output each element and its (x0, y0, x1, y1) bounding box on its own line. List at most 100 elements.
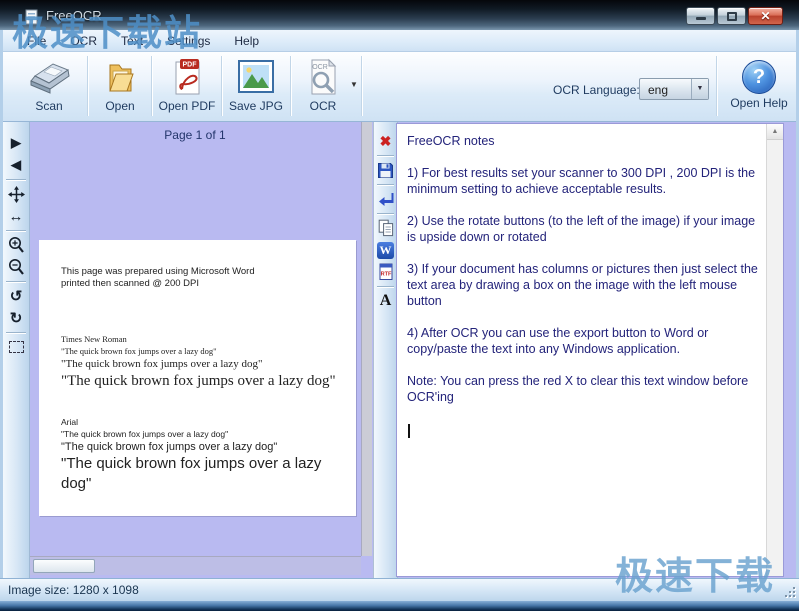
svg-text:RTF: RTF (380, 272, 391, 278)
menu-file[interactable]: File (17, 31, 56, 51)
zoom-in-button[interactable] (3, 234, 29, 256)
scrollbar-thumb[interactable] (33, 559, 95, 573)
minimize-button[interactable] (686, 7, 715, 25)
enter-arrow-icon (378, 193, 393, 206)
rotate-left-button[interactable]: ↺ (3, 285, 29, 307)
ocr-label: OCR (309, 99, 337, 113)
scan-button[interactable]: Scan (15, 56, 83, 118)
pdf-icon: PDF (155, 56, 219, 98)
scroll-up-button[interactable]: ▲ (767, 124, 783, 140)
app-icon (25, 9, 38, 25)
freeocr-window: FreeOCR ✕ File OCR Text Settings Help Sc… (0, 0, 799, 611)
rotate-right-icon: ↻ (9, 310, 23, 327)
divider (377, 213, 394, 214)
save-jpg-button[interactable]: Save JPG (225, 56, 287, 118)
help-icon: ? (742, 60, 776, 94)
combo-dropdown-button[interactable]: ▼ (691, 79, 708, 99)
toolbar-separator (221, 56, 222, 116)
arrow-up-icon: ▲ (771, 128, 779, 135)
doc-font-label: Times New Roman (61, 334, 127, 344)
menu-settings[interactable]: Settings (157, 31, 220, 51)
toolbar-separator (87, 56, 88, 116)
doc-line: "The quick brown fox jumps over a lazy d… (61, 429, 229, 439)
ocr-language-select[interactable]: eng ▼ (639, 78, 709, 100)
maximize-icon (727, 12, 737, 21)
title-bar[interactable]: FreeOCR ✕ (0, 0, 799, 30)
open-folder-icon (91, 56, 149, 98)
ocr-language-value: eng (648, 83, 669, 97)
next-icon: ▶ (11, 135, 21, 150)
toolbar: Scan Open PDF Open PDF Save JPG OCR OCR … (3, 52, 796, 122)
open-label: Open (105, 99, 135, 113)
ocr-dropdown-arrow[interactable]: ▼ (350, 80, 358, 89)
doc-line: "The quick brown fox jumps over a lazy d… (61, 441, 278, 453)
move-tool-button[interactable] (3, 183, 29, 205)
preview-horizontal-scrollbar[interactable] (30, 556, 361, 575)
font-icon: A (379, 292, 392, 309)
export-rtf-button[interactable]: RTF (374, 261, 397, 283)
divider (377, 155, 394, 156)
horizontal-arrow-icon: ↔ (8, 207, 24, 225)
open-help-button[interactable]: ? Open Help (723, 58, 795, 118)
text-vertical-scrollbar[interactable]: ▲ (766, 124, 783, 576)
move-icon (7, 185, 25, 203)
divider (377, 184, 394, 185)
svg-text:PDF: PDF (183, 62, 198, 69)
doc-line: printed then scanned @ 200 DPI (61, 278, 199, 289)
prev-icon: ◀ (11, 157, 21, 172)
svg-text:OCR: OCR (312, 64, 328, 71)
close-button[interactable]: ✕ (748, 7, 783, 25)
image-preview-panel[interactable]: Page 1 of 1 This page was prepared using… (30, 122, 373, 578)
divider (6, 230, 26, 231)
prev-page-button[interactable]: ◀ (3, 154, 29, 176)
scan-label: Scan (35, 99, 63, 113)
divider (6, 332, 26, 333)
clear-icon: ✖ (379, 132, 392, 149)
ocr-text-panel[interactable]: FreeOCR notes 1) For best results set yo… (396, 123, 784, 577)
export-word-button[interactable]: W (374, 239, 397, 261)
maximize-button[interactable] (717, 7, 746, 25)
copy-text-button[interactable] (374, 217, 397, 239)
selection-rectangle-icon (8, 341, 24, 353)
copy-icon (378, 219, 393, 237)
rtf-icon: RTF (379, 263, 392, 280)
insert-return-button[interactable] (374, 188, 397, 210)
close-icon: ✕ (760, 9, 771, 23)
menu-help[interactable]: Help (224, 31, 269, 51)
zoom-in-icon (9, 237, 24, 253)
open-pdf-button[interactable]: PDF Open PDF (155, 56, 219, 118)
open-button[interactable]: Open (91, 56, 149, 118)
ocr-icon: OCR (294, 56, 352, 98)
window-bottom-border (0, 601, 799, 611)
divider (377, 286, 394, 287)
toolbar-separator (290, 56, 291, 116)
image-size-status: Image size: 1280 x 1098 (8, 583, 139, 597)
zoom-out-icon (9, 259, 24, 275)
ocr-button[interactable]: OCR OCR ▼ (294, 56, 358, 118)
scanned-document-page[interactable]: This page was prepared using Microsoft W… (39, 240, 356, 516)
menu-ocr[interactable]: OCR (60, 31, 107, 51)
select-area-button[interactable] (3, 336, 29, 358)
doc-line: "The quick brown fox jumps over a lazy d… (61, 346, 217, 356)
clear-text-button[interactable]: ✖ (374, 130, 397, 152)
rotate-right-button[interactable]: ↻ (3, 307, 29, 329)
next-page-button[interactable]: ▶ (3, 132, 29, 154)
resize-grip[interactable] (782, 584, 796, 598)
doc-line: This page was prepared using Microsoft W… (61, 266, 255, 277)
divider (6, 281, 26, 282)
menu-text[interactable]: Text (111, 31, 153, 51)
fit-width-button[interactable]: ↔ (3, 205, 29, 227)
rotate-left-icon: ↺ (9, 288, 23, 305)
doc-line: "The quick brown fox jumps over a lazy d… (61, 358, 263, 370)
floppy-disk-icon (378, 162, 393, 178)
zoom-out-button[interactable] (3, 256, 29, 278)
toolbar-separator (716, 56, 717, 116)
ocr-notes-text[interactable]: FreeOCR notes 1) For best results set yo… (397, 124, 765, 576)
preview-vertical-scrollbar[interactable] (361, 122, 372, 556)
doc-line: "The quick brown fox jumps over a lazy d… (61, 455, 322, 492)
scanner-icon (15, 56, 83, 98)
font-button[interactable]: A (374, 290, 397, 312)
text-caret (408, 424, 410, 438)
word-icon: W (377, 241, 394, 259)
save-text-button[interactable] (374, 159, 397, 181)
